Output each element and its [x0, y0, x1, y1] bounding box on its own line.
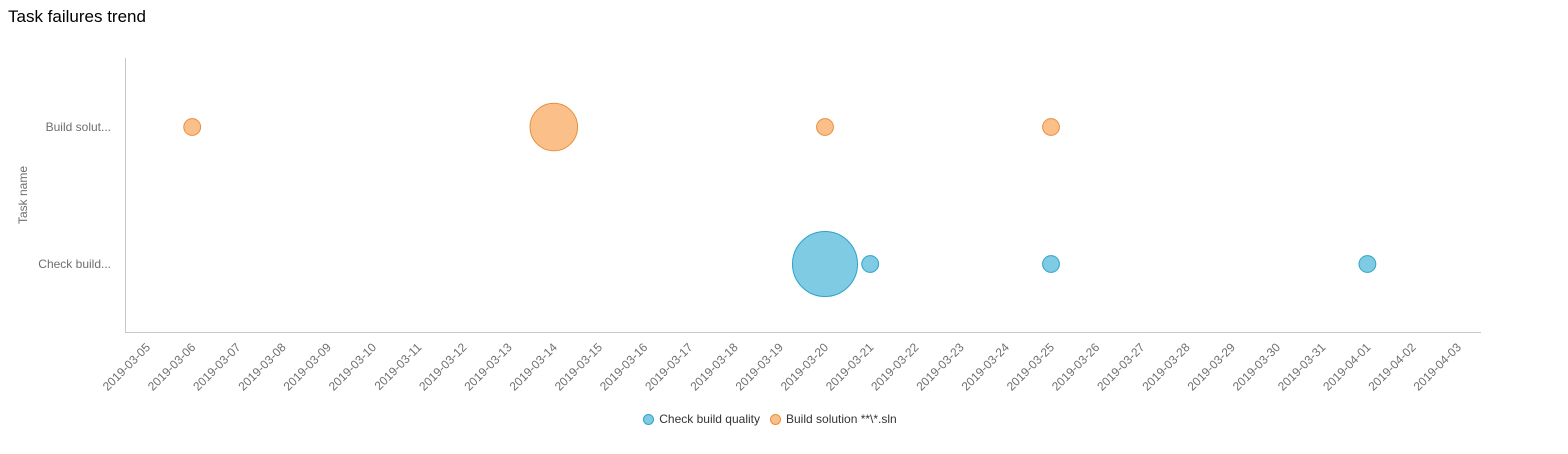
bubble-point[interactable]: [791, 230, 859, 298]
bubble-point[interactable]: [1042, 118, 1060, 136]
bubble-point[interactable]: [1358, 255, 1377, 273]
legend-label: Check build quality: [659, 412, 760, 426]
x-tick-label: 2019-04-02: [1365, 340, 1419, 394]
x-tick-label: 2019-03-31: [1275, 340, 1329, 394]
x-tick-label: 2019-03-28: [1139, 340, 1193, 394]
y-axis-title: Task name: [16, 166, 30, 224]
y-tick-label: Build solut...: [46, 120, 111, 134]
x-tick-label: 2019-03-30: [1230, 340, 1284, 394]
x-tick-label: 2019-03-09: [281, 340, 335, 394]
x-tick-label: 2019-03-25: [1004, 340, 1058, 394]
x-tick-label: 2019-04-01: [1320, 340, 1374, 394]
x-tick-label: 2019-03-13: [461, 340, 515, 394]
x-tick-label: 2019-03-27: [1094, 340, 1148, 394]
bubble-marks: [183, 102, 1377, 298]
x-tick-label: 2019-03-29: [1185, 340, 1239, 394]
x-tick-label: 2019-03-18: [687, 340, 741, 394]
legend-swatch-icon: [770, 413, 781, 425]
x-tick-label: 2019-03-24: [959, 340, 1013, 394]
legend: Check build quality Build solution **\*.s…: [0, 412, 1568, 426]
bubble-point[interactable]: [183, 118, 202, 136]
legend-item[interactable]: Check build quality: [643, 412, 760, 426]
bubble-point[interactable]: [529, 102, 579, 152]
x-tick-label: 2019-04-03: [1411, 340, 1465, 394]
legend-label: Build solution **\*.sln: [786, 412, 897, 426]
x-tick-label: 2019-03-20: [778, 340, 832, 394]
x-tick-label: 2019-03-17: [642, 340, 696, 394]
x-tick-label: 2019-03-26: [1049, 340, 1103, 394]
bubble-point[interactable]: [816, 118, 834, 136]
x-tick-label: 2019-03-10: [326, 340, 380, 394]
bubble-point[interactable]: [861, 255, 880, 273]
x-tick-label: 2019-03-19: [733, 340, 787, 394]
bubble-point[interactable]: [1042, 255, 1060, 273]
legend-item[interactable]: Build solution **\*.sln: [770, 412, 897, 426]
y-tick-label: Check build...: [38, 257, 111, 271]
x-tick-label: 2019-03-08: [235, 340, 289, 394]
x-tick-label: 2019-03-07: [190, 340, 244, 394]
legend-swatch-icon: [643, 413, 655, 425]
x-tick-label: 2019-03-15: [552, 340, 606, 394]
x-tick-label: 2019-03-14: [507, 340, 561, 394]
x-tick-label: 2019-03-22: [868, 340, 922, 394]
axes: [125, 58, 1481, 333]
x-tick-label: 2019-03-21: [823, 340, 877, 394]
x-tick-label: 2019-03-23: [913, 340, 967, 394]
bubble-chart: Task name Build solut... Check build... 2…: [16, 58, 1481, 394]
x-tick-label: 2019-03-12: [416, 340, 470, 394]
x-tick-label: 2019-03-16: [597, 340, 651, 394]
y-axis-labels: Build solut... Check build...: [38, 120, 111, 271]
x-tick-label: 2019-03-05: [100, 340, 154, 394]
x-tick-label: 2019-03-06: [145, 340, 199, 394]
x-axis-labels: 2019-03-052019-03-062019-03-072019-03-08…: [100, 333, 1464, 394]
